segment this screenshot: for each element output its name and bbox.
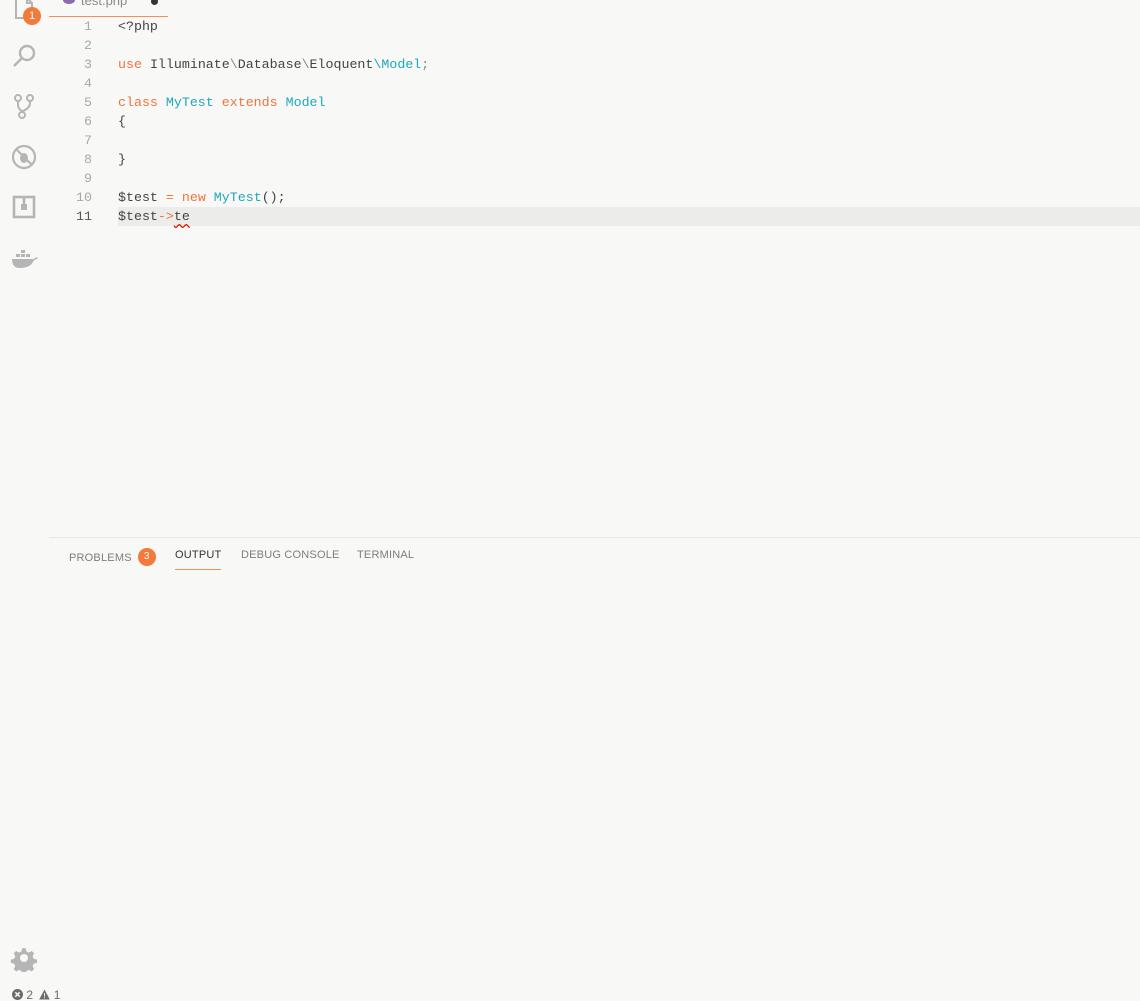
line-number: 11 <box>76 209 92 224</box>
code-line: 1 <?php <box>49 17 1140 36</box>
line-number: 8 <box>84 152 92 167</box>
class-name: MyTest <box>165 95 214 110</box>
search-icon[interactable] <box>8 40 40 72</box>
tab-debug-console[interactable]: DEBUG CONSOLE <box>241 549 340 561</box>
code-line: 8 } <box>49 150 1140 169</box>
namespace-separator: \ <box>301 57 310 72</box>
line-code: $test = new MyTest(); <box>118 188 286 207</box>
assign-operator: = <box>165 190 174 205</box>
variable: $test <box>118 190 158 205</box>
tab-label: OUTPUT <box>175 549 222 561</box>
unsaved-dot-icon[interactable] <box>151 0 158 5</box>
line-code: class MyTest extends Model <box>118 93 326 112</box>
panel-divider <box>49 537 1140 538</box>
line-number: 5 <box>84 95 92 110</box>
tab-label: test.php <box>81 0 128 8</box>
tab-test-php[interactable]: test.php <box>49 0 168 17</box>
warning-count: 1 <box>53 987 61 1001</box>
class-name: Model <box>381 57 422 72</box>
tab-label: DEBUG CONSOLE <box>241 549 340 561</box>
problems-count-badge: 3 <box>137 548 156 566</box>
line-number: 1 <box>84 19 92 34</box>
class-name: MyTest <box>213 190 262 205</box>
extends-keyword: extends <box>221 95 278 110</box>
code-line: 7 <box>49 131 1140 150</box>
vscode-window: 1 test.php 1 <?php 2 3 use Illuminate\Da… <box>0 0 1140 1001</box>
line-code: use Illuminate\Database\Eloquent\Model; <box>118 55 429 74</box>
semicolon: ; <box>421 57 430 72</box>
arrow-operator: -> <box>157 209 174 224</box>
use-keyword: use <box>118 57 142 72</box>
line-number: 7 <box>84 133 92 148</box>
code-line: 9 <box>49 169 1140 188</box>
parent-class-name: Model <box>285 95 326 110</box>
code-line: 3 use Illuminate\Database\Eloquent\Model… <box>49 55 1140 74</box>
code-line: 10 $test = new MyTest(); <box>49 188 1140 207</box>
code-line: 4 <box>49 74 1140 93</box>
error-member: te <box>173 209 190 224</box>
status-problems[interactable]: 2 1 <box>12 987 60 1001</box>
namespace-separator: \ <box>229 57 238 72</box>
current-code-line: 11 $test->te <box>49 207 1140 226</box>
call-parens: (); <box>261 190 286 205</box>
active-tab-indicator <box>175 569 222 570</box>
error-count: 2 <box>26 987 34 1001</box>
gear-icon[interactable] <box>8 942 40 974</box>
code-line: 2 <box>49 36 1140 55</box>
line-number: 4 <box>84 76 92 91</box>
tab-label: PROBLEMS <box>69 551 132 564</box>
line-code: } <box>118 152 126 167</box>
line-code: { <box>118 114 126 129</box>
warning-icon <box>39 989 51 1000</box>
line-code: $test->te <box>118 207 190 226</box>
tab-label: TERMINAL <box>357 549 415 561</box>
code-line: 6 { <box>49 112 1140 131</box>
tab-problems[interactable]: PROBLEMS 3 <box>69 548 156 567</box>
line-number: 10 <box>76 190 92 205</box>
tab-terminal[interactable]: TERMINAL <box>357 549 414 561</box>
error-icon <box>12 989 23 1001</box>
namespace-part: Eloquent <box>309 57 374 72</box>
namespace-part: Database <box>237 57 302 72</box>
line-number: 6 <box>84 114 92 129</box>
namespace-part: Illuminate <box>149 57 230 72</box>
php-open-tag: <?php <box>118 19 158 34</box>
variable: $test <box>118 209 158 224</box>
new-keyword: new <box>181 190 206 205</box>
php-file-icon <box>63 0 75 4</box>
current-line-highlight <box>118 207 1140 226</box>
class-keyword: class <box>118 95 158 110</box>
source-control-icon[interactable] <box>8 90 40 122</box>
code-line: 5 class MyTest extends Model <box>49 93 1140 112</box>
line-number: 9 <box>84 171 92 186</box>
line-number: 3 <box>84 57 92 72</box>
line-code: <?php <box>118 17 158 36</box>
extensions-icon[interactable] <box>8 191 40 223</box>
explorer-badge: 1 <box>23 7 41 25</box>
code-editor[interactable]: 1 <?php 2 3 use Illuminate\Database\Eloq… <box>49 17 1140 537</box>
activity-bar: 1 <box>0 0 48 1001</box>
line-number: 2 <box>84 38 92 53</box>
debug-icon[interactable] <box>8 141 40 173</box>
tab-output[interactable]: OUTPUT <box>175 549 222 570</box>
docker-icon[interactable] <box>8 242 40 274</box>
